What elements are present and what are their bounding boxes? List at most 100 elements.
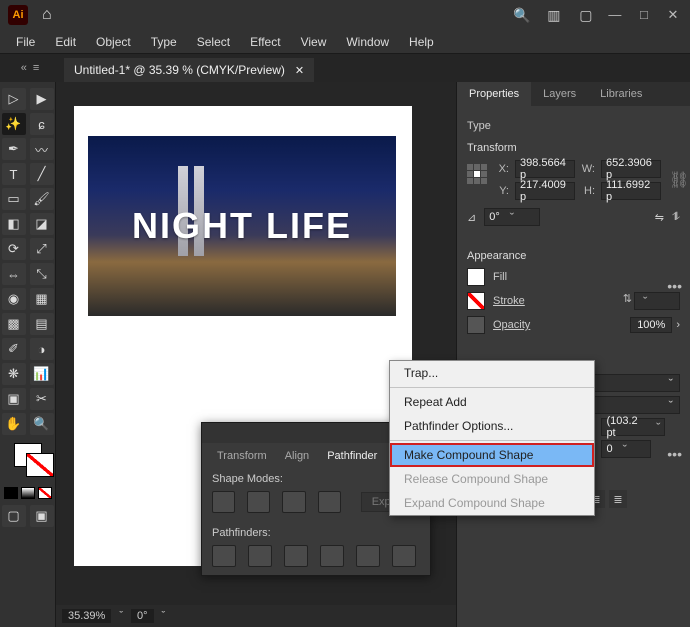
eraser-tool[interactable]: ◪ (30, 213, 54, 235)
opacity-swatch[interactable] (467, 316, 485, 334)
rotate-tool[interactable]: ⟳ (2, 238, 26, 260)
home-icon[interactable]: ⌂ (42, 6, 52, 24)
zoom-tool[interactable]: 🔍 (30, 413, 54, 435)
minimize-button[interactable]: — (602, 7, 628, 22)
perspective-tool[interactable]: ▦ (30, 288, 54, 310)
right-panels: Properties Layers Libraries Type Transfo… (456, 82, 690, 627)
stroke-stepper[interactable]: ⇅ (623, 292, 632, 310)
gradient-tool[interactable]: ▤ (30, 313, 54, 335)
canvas-area[interactable]: NIGHT LIFE ◂◂✕ Transform Align Pathfinde… (56, 82, 456, 627)
artwork-text: NIGHT LIFE (132, 205, 352, 247)
curvature-tool[interactable]: 〰 (30, 138, 54, 160)
free-transform-tool[interactable]: ⤡ (30, 263, 54, 285)
menu-trap[interactable]: Trap... (390, 361, 594, 385)
type-tool[interactable]: T (2, 163, 26, 185)
menu-select[interactable]: Select (187, 32, 240, 52)
y-field[interactable]: 217.4009 p (515, 182, 575, 200)
menu-help[interactable]: Help (399, 32, 444, 52)
pen-tool[interactable]: ✒ (2, 138, 26, 160)
rotate-view-field[interactable]: 0° (131, 609, 154, 623)
justify-all-icon[interactable]: ≣ (609, 490, 627, 508)
menu-repeat-add[interactable]: Repeat Add (390, 390, 594, 414)
direct-selection-tool[interactable]: ▶ (30, 88, 54, 110)
menu-release-compound-shape: Release Compound Shape (390, 467, 594, 491)
stroke-weight-field[interactable] (634, 292, 680, 310)
tab-transform[interactable]: Transform (208, 445, 276, 467)
eyedropper-tool[interactable]: ✐ (2, 338, 26, 360)
pathfinders-label: Pathfinders: (202, 521, 430, 543)
menu-object[interactable]: Object (86, 32, 141, 52)
opacity-field[interactable]: 100% (630, 317, 672, 333)
shaper-tool[interactable]: ◧ (2, 213, 26, 235)
shapemode-unite[interactable] (212, 491, 235, 513)
shapemode-intersect[interactable] (282, 491, 305, 513)
reference-point-icon[interactable] (467, 164, 487, 196)
zoom-field[interactable]: 35.39% (62, 609, 111, 623)
paintbrush-tool[interactable]: 🖌 (30, 188, 54, 210)
stroke-swatch[interactable] (467, 292, 485, 310)
pathfinder-merge[interactable] (284, 545, 308, 567)
menu-type[interactable]: Type (141, 32, 187, 52)
x-field[interactable]: 398.5664 p (515, 160, 575, 178)
menubar: File Edit Object Type Select Effect View… (0, 30, 690, 54)
screen-mode[interactable]: ▣ (30, 505, 54, 527)
slice-tool[interactable]: ✂ (30, 388, 54, 410)
selection-tool[interactable]: ▷ (2, 88, 26, 110)
w-field[interactable]: 652.3906 p (601, 160, 661, 178)
link-wh-icon[interactable]: ⛓ (669, 170, 689, 190)
tab-align[interactable]: Align (276, 445, 318, 467)
pathfinder-trim[interactable] (248, 545, 272, 567)
menu-edit[interactable]: Edit (45, 32, 86, 52)
close-tab-icon[interactable]: ✕ (295, 64, 304, 77)
color-mode-swatches[interactable] (4, 487, 52, 499)
pathfinder-minus-back[interactable] (392, 545, 416, 567)
draw-mode-normal[interactable]: ▢ (2, 505, 26, 527)
menu-make-compound-shape[interactable]: Make Compound Shape (390, 443, 594, 467)
shapemode-exclude[interactable] (318, 491, 341, 513)
hand-tool[interactable]: ✋ (2, 413, 26, 435)
arrange-docs-icon[interactable]: ▥ (543, 4, 565, 26)
column-graph-tool[interactable]: 📊 (30, 363, 54, 385)
flip-v-icon[interactable]: ⥮ (672, 211, 680, 224)
rectangle-tool[interactable]: ▭ (2, 188, 26, 210)
opacity-more-icon[interactable]: › (676, 319, 680, 331)
document-tab[interactable]: Untitled-1* @ 35.39 % (CMYK/Preview) ✕ (64, 58, 314, 82)
more-appearance-icon[interactable]: ••• (667, 446, 682, 462)
menu-effect[interactable]: Effect (240, 32, 290, 52)
menu-file[interactable]: File (6, 32, 45, 52)
tab-layers[interactable]: Layers (531, 82, 588, 106)
close-button[interactable]: ✕ (660, 7, 686, 23)
more-transform-icon[interactable]: ••• (667, 278, 682, 294)
shapemode-minus-front[interactable] (247, 491, 270, 513)
flip-h-icon[interactable]: ⇋ (655, 211, 664, 224)
leading-field[interactable]: (103.2 pt (601, 418, 665, 436)
h-field[interactable]: 111.6992 p (601, 182, 661, 200)
workspace-icon[interactable]: ▢ (575, 4, 597, 26)
tab-libraries[interactable]: Libraries (588, 82, 654, 106)
maximize-button[interactable]: □ (631, 7, 657, 22)
menu-view[interactable]: View (291, 32, 337, 52)
fill-swatch[interactable] (467, 268, 485, 286)
menu-pathfinder-options[interactable]: Pathfinder Options... (390, 414, 594, 438)
menu-window[interactable]: Window (336, 32, 399, 52)
lasso-tool[interactable]: ɕ (30, 113, 54, 135)
tab-properties[interactable]: Properties (457, 82, 531, 106)
symbol-sprayer-tool[interactable]: ❋ (2, 363, 26, 385)
rotate-field[interactable]: 0° (484, 208, 540, 226)
pathfinder-outline[interactable] (356, 545, 380, 567)
pathfinder-crop[interactable] (320, 545, 344, 567)
mesh-tool[interactable]: ▩ (2, 313, 26, 335)
shape-builder-tool[interactable]: ◉ (2, 288, 26, 310)
document-tab-title: Untitled-1* @ 35.39 % (CMYK/Preview) (74, 63, 285, 77)
blend-tool[interactable]: ◑ (30, 338, 54, 360)
magic-wand-tool[interactable]: ✨ (2, 113, 26, 135)
artboard-tool[interactable]: ▣ (2, 388, 26, 410)
line-tool[interactable]: ╱ (30, 163, 54, 185)
pathfinder-divide[interactable] (212, 545, 236, 567)
search-icon[interactable]: 🔍 (511, 4, 533, 26)
tab-pathfinder[interactable]: Pathfinder (318, 445, 386, 467)
fill-stroke-swatches[interactable] (14, 443, 42, 491)
scale-tool[interactable]: ⤢ (30, 238, 54, 260)
tracking-field[interactable]: 0 (601, 440, 651, 458)
width-tool[interactable]: ⇔ (2, 263, 26, 285)
